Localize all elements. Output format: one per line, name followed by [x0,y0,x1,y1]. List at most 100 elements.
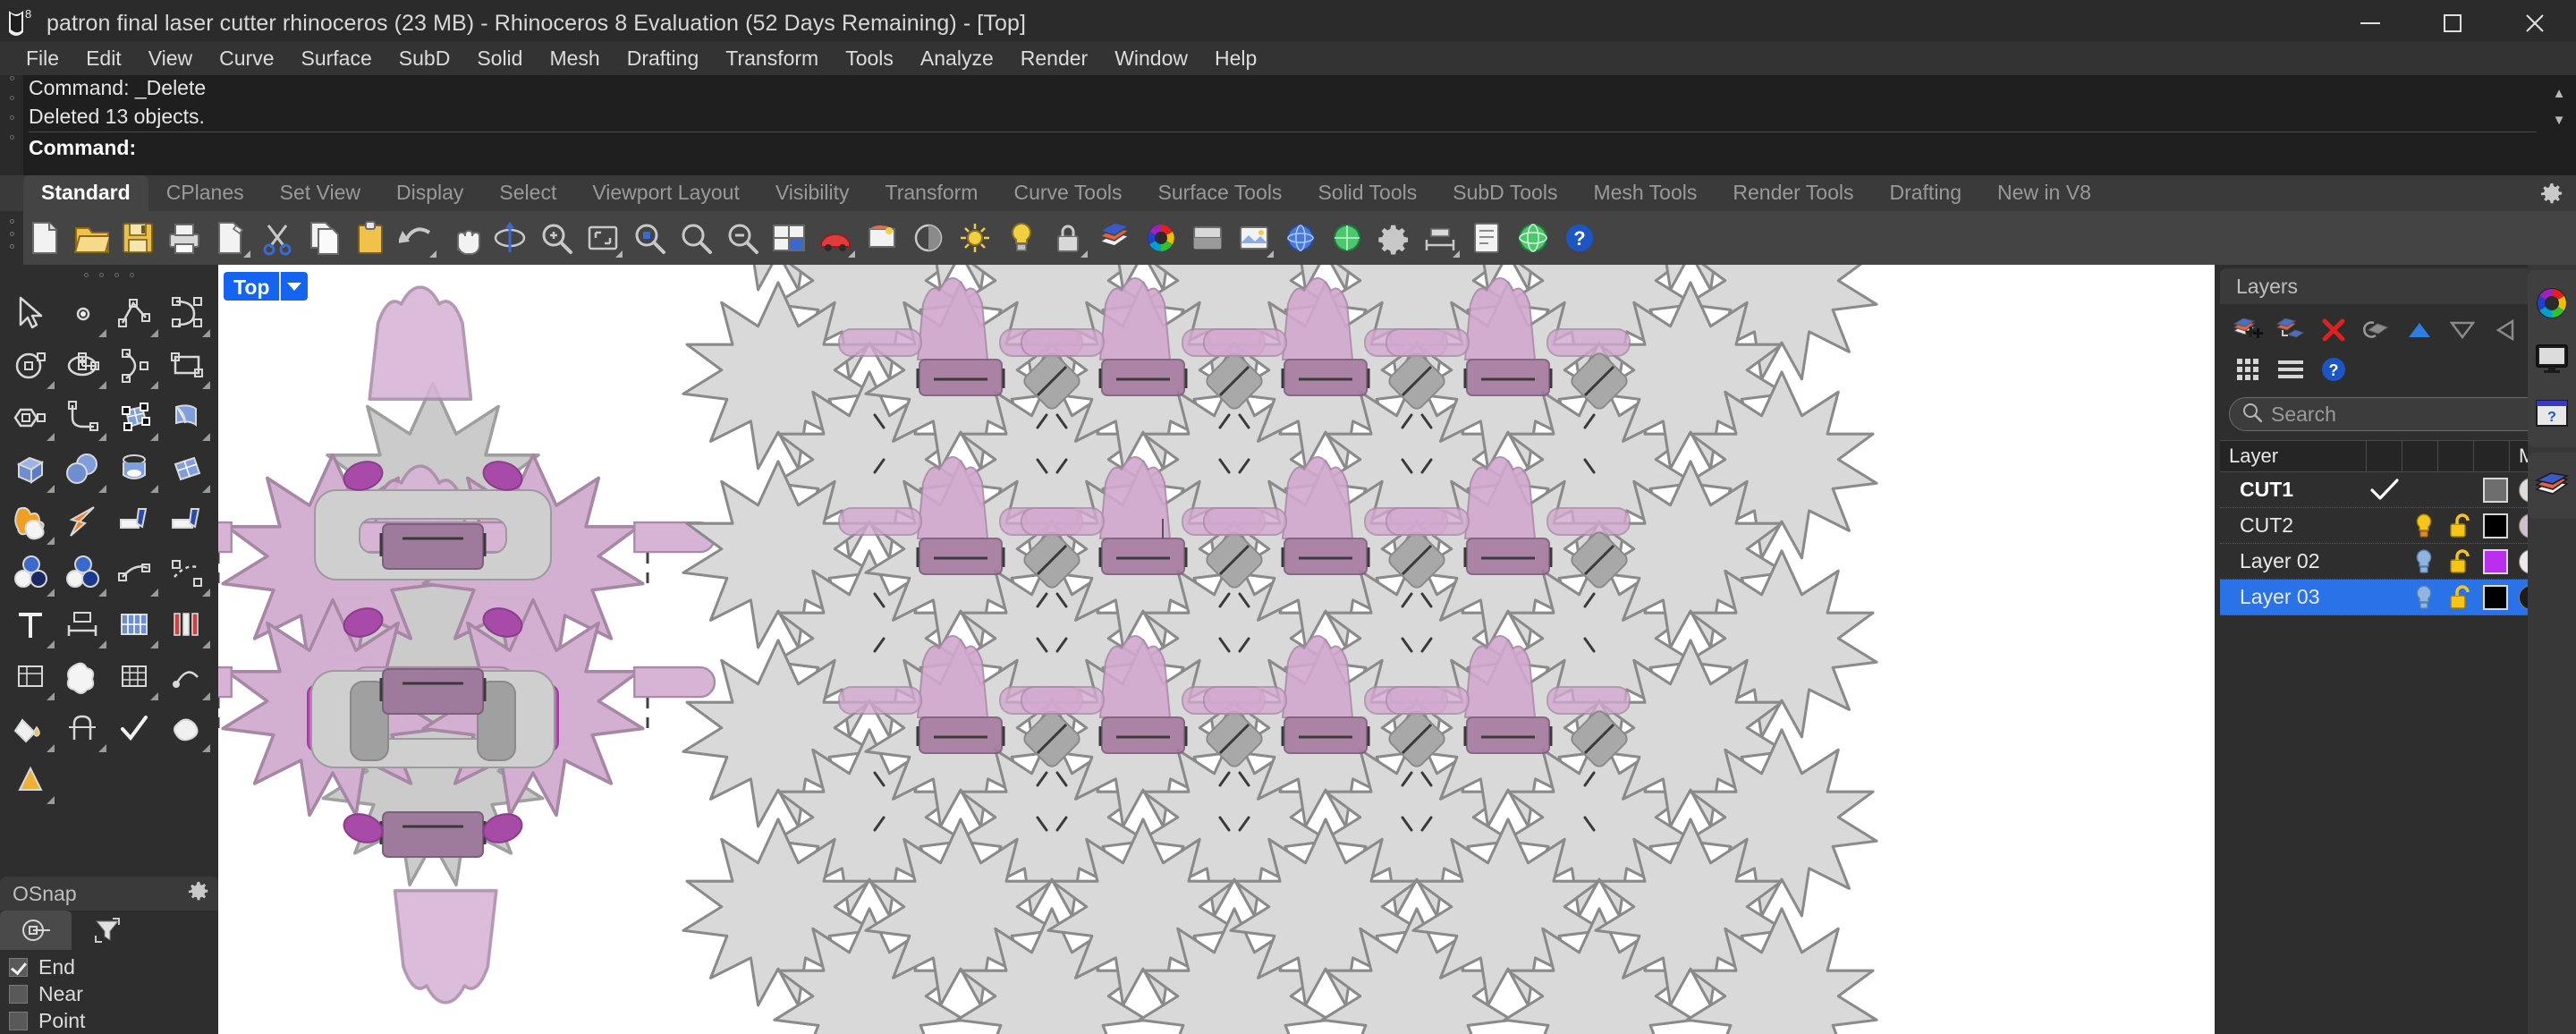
layer-row[interactable]: CUT2 [2220,508,2571,544]
material-icon[interactable] [1186,216,1229,259]
fillet-curve-icon[interactable] [57,392,109,444]
zoom-window-icon[interactable] [535,216,578,259]
move-layer-up-icon[interactable] [2401,311,2438,349]
tab-surface-tools[interactable]: Surface Tools [1140,175,1301,211]
globe-icon[interactable] [1512,216,1555,259]
notes-icon[interactable] [1465,216,1508,259]
tab-solid-tools[interactable]: Solid Tools [1300,175,1435,211]
surface-mesh-icon[interactable] [161,444,213,496]
sphere-icon[interactable] [1279,216,1322,259]
zoom-extents-icon[interactable] [581,216,624,259]
layer-current-check[interactable] [2363,544,2406,580]
layer-lock-icon[interactable] [2442,508,2478,544]
tab-new-in-v8[interactable]: New in V8 [1979,175,2109,211]
layer-color-swatch[interactable] [2478,472,2513,508]
layers-book-icon[interactable] [2528,458,2576,513]
trim-icon[interactable] [109,496,161,547]
list-view-icon[interactable] [2272,351,2309,388]
menu-file[interactable]: File [13,43,72,74]
tab-render-tools[interactable]: Render Tools [1715,175,1871,211]
leader-icon[interactable] [161,599,213,651]
viewport-layout-icon[interactable] [767,216,810,259]
move-layer-down-icon[interactable] [2444,311,2481,349]
tab-drafting[interactable]: Drafting [1871,175,1979,211]
osnap-target-icon[interactable] [0,911,72,950]
layer-name[interactable]: CUT2 [2220,513,2363,538]
column-blank-2[interactable] [2402,440,2438,472]
boolean-difference-icon[interactable] [57,547,109,599]
grid-view-icon[interactable] [2229,351,2267,388]
layer-row[interactable]: CUT1 [2220,472,2571,508]
shaded-view-icon[interactable] [907,216,950,259]
move-layer-left-icon[interactable] [2487,311,2524,349]
polygon-icon[interactable] [5,392,57,444]
paint-bucket-icon[interactable] [5,703,57,755]
explode-icon[interactable] [57,496,109,547]
print-preview-icon[interactable] [209,216,252,259]
viewport-top[interactable]: Top [218,265,2215,1034]
help-icon[interactable]: ? [2315,351,2352,388]
pan-icon[interactable] [442,216,485,259]
checkbox-near[interactable] [9,984,28,1004]
help-window-icon[interactable]: ? [2528,386,2576,442]
tab-select[interactable]: Select [481,175,574,211]
print-icon[interactable] [163,216,206,259]
render-preview-icon[interactable] [860,216,903,259]
menu-window[interactable]: Window [1101,43,1201,74]
display-monitor-icon[interactable] [2528,331,2576,386]
select-arrow-icon[interactable] [5,288,57,340]
rebuild-icon[interactable] [57,703,109,755]
osnap-item-point[interactable]: Point [9,1007,218,1034]
menu-analyze[interactable]: Analyze [907,43,1007,74]
layer-name[interactable]: Layer 02 [2220,549,2363,573]
help-icon[interactable]: ? [1558,216,1601,259]
boolean-union-icon[interactable] [5,496,57,547]
column-blank-3[interactable] [2438,440,2474,472]
checkbox-end[interactable] [9,957,28,977]
surface-control-points-icon[interactable] [109,392,161,444]
minimize-button[interactable] [2329,0,2411,47]
command-prompt[interactable]: Command: [29,132,2537,163]
tab-mesh-tools[interactable]: Mesh Tools [1575,175,1715,211]
scroll-up-icon[interactable]: ▲ [2544,86,2574,102]
layer-visibility-bulb-icon[interactable] [2406,580,2442,615]
dimension-icon[interactable] [1419,216,1462,259]
cylinder-icon[interactable] [109,444,161,496]
tab-subd-tools[interactable]: SubD Tools [1435,175,1575,211]
scroll-down-icon[interactable]: ▼ [2544,113,2574,129]
duplicate-layer-icon[interactable] [2358,311,2395,349]
extrude-surface-icon[interactable] [161,392,213,444]
layer-color-swatch[interactable] [2478,508,2513,544]
render-icon[interactable] [814,216,857,259]
layers-icon[interactable] [1093,216,1136,259]
tab-cplanes[interactable]: CPlanes [148,175,262,211]
analyze-icon[interactable] [161,651,213,703]
delete-layer-icon[interactable] [2315,311,2352,349]
rotate-view-icon[interactable] [488,216,531,259]
menu-mesh[interactable]: Mesh [536,43,613,74]
column-blank-1[interactable] [2367,440,2402,472]
tab-standard[interactable]: Standard [23,175,148,211]
filter-funnel-icon[interactable] [72,911,143,950]
menu-subd[interactable]: SubD [386,43,464,74]
grid-snap-icon[interactable] [109,651,161,703]
menu-render[interactable]: Render [1007,43,1101,74]
light-bulb-icon[interactable] [1000,216,1043,259]
column-blank-4[interactable] [2474,440,2510,472]
tab-transform[interactable]: Transform [868,175,996,211]
layer-lock-icon[interactable] [2442,472,2478,508]
layer-lock-icon[interactable] [2442,580,2478,615]
viewport-label[interactable]: Top [224,272,309,301]
menu-drafting[interactable]: Drafting [614,43,713,74]
color-wheel-icon[interactable] [1140,216,1182,259]
layer-current-check[interactable] [2363,472,2406,508]
check-icon[interactable] [109,703,161,755]
text-icon[interactable] [5,599,57,651]
layer-visibility-bulb-icon[interactable] [2406,544,2442,580]
dimension-linear-icon[interactable] [57,599,109,651]
color-wheel-icon[interactable] [2528,275,2576,331]
undo-icon[interactable] [395,216,438,259]
layer-current-check[interactable] [2363,508,2406,544]
chevron-down-icon[interactable] [281,272,308,301]
mesh-icon[interactable] [1326,216,1368,259]
